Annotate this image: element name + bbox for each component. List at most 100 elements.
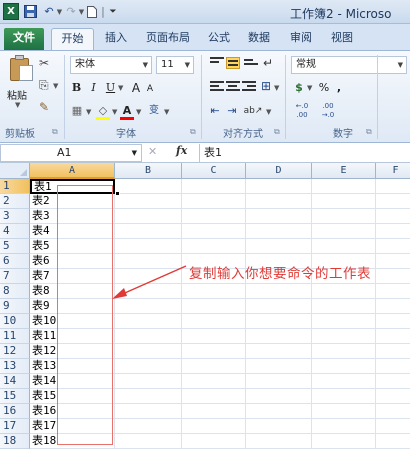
cell[interactable] [182,209,246,224]
tab-insert[interactable]: 插入 [98,28,134,50]
formula-input[interactable]: 表1 [199,144,410,162]
cell[interactable] [246,179,312,194]
cell[interactable] [115,239,182,254]
cell[interactable] [182,434,246,449]
cell[interactable] [312,329,376,344]
bold-button[interactable]: B [70,79,83,97]
font-color-icon[interactable]: A [120,102,134,120]
decrease-decimal-icon[interactable]: .00 →.0 [316,102,340,120]
fill-color-icon[interactable]: ◇ [96,102,110,120]
redo-dropdown-icon[interactable]: ▼ [78,3,85,20]
decrease-indent-icon[interactable]: ⇤ [208,102,222,120]
cell[interactable] [376,269,410,284]
font-color-dropdown-icon[interactable]: ▼ [136,108,141,116]
paste-dropdown-icon[interactable]: ▼ [15,101,20,109]
row-header[interactable]: 11 [0,329,30,344]
number-format-select[interactable]: 常规 ▼ [291,56,407,74]
column-header-d[interactable]: D [246,163,312,179]
paste-button[interactable]: 粘贴 [7,87,27,102]
insert-function-icon[interactable]: fx [176,144,187,157]
shrink-font-button[interactable]: A [144,80,156,98]
cell[interactable] [115,419,182,434]
increase-indent-icon[interactable]: ⇥ [225,102,239,120]
cell[interactable] [115,434,182,449]
font-size-select[interactable]: 11 ▼ [156,56,194,74]
customize-quick-access-icon[interactable]: ⏷ [108,3,118,20]
tab-page-layout[interactable]: 页面布局 [140,28,196,50]
align-center-icon[interactable] [226,81,240,93]
row-header[interactable]: 7 [0,269,30,284]
merge-dropdown-icon[interactable]: ▼ [274,84,279,92]
name-box[interactable]: A1 ▼ [0,144,142,162]
copy-dropdown-icon[interactable]: ▼ [53,82,58,90]
underline-dropdown-icon[interactable]: ▼ [118,84,123,92]
cell[interactable] [312,374,376,389]
middle-align-icon[interactable] [226,57,240,69]
font-name-select[interactable]: 宋体 ▼ [70,56,152,74]
cell[interactable] [115,254,182,269]
cell[interactable] [312,209,376,224]
cell[interactable] [182,389,246,404]
font-launcher-icon[interactable]: ⧉ [190,127,196,137]
cell[interactable] [246,284,312,299]
cell[interactable] [376,299,410,314]
cell[interactable] [182,404,246,419]
row-header[interactable]: 16 [0,404,30,419]
row-header[interactable]: 8 [0,284,30,299]
cell[interactable] [182,239,246,254]
row-header[interactable]: 1 [0,179,30,194]
select-all-button[interactable] [0,163,30,179]
cell[interactable] [312,194,376,209]
cell[interactable] [182,224,246,239]
column-header-e[interactable]: E [312,163,376,179]
cut-icon[interactable]: ✂ [39,56,49,70]
cell[interactable] [376,419,410,434]
column-header-c[interactable]: C [182,163,246,179]
cell[interactable] [312,434,376,449]
cell[interactable] [246,299,312,314]
cell[interactable] [246,404,312,419]
cell[interactable] [246,224,312,239]
cell[interactable] [312,179,376,194]
cell[interactable] [182,344,246,359]
cell[interactable] [376,239,410,254]
align-left-icon[interactable] [210,81,224,93]
cell[interactable] [182,419,246,434]
cell[interactable] [376,254,410,269]
cell[interactable] [312,224,376,239]
cell[interactable] [376,374,410,389]
cell[interactable] [246,344,312,359]
row-header[interactable]: 12 [0,344,30,359]
cell[interactable] [182,284,246,299]
cell[interactable] [182,194,246,209]
underline-button[interactable]: U [104,79,117,97]
row-header[interactable]: 2 [0,194,30,209]
row-header[interactable]: 14 [0,374,30,389]
increase-decimal-icon[interactable]: ←.0 .00 [290,102,314,120]
cell[interactable] [246,359,312,374]
cell[interactable] [246,329,312,344]
redo-icon[interactable]: ↷ [64,3,78,20]
new-file-icon[interactable] [86,3,98,20]
cell[interactable] [246,194,312,209]
cell[interactable] [312,344,376,359]
orientation-dropdown-icon[interactable]: ▼ [266,108,271,116]
row-header[interactable]: 15 [0,389,30,404]
bottom-align-icon[interactable] [244,59,258,71]
tab-file[interactable]: 文件 [4,28,44,50]
border-dropdown-icon[interactable]: ▼ [86,108,91,116]
orientation-icon[interactable]: ab↗ [242,102,264,120]
row-header[interactable]: 4 [0,224,30,239]
row-header[interactable]: 3 [0,209,30,224]
cell[interactable] [115,224,182,239]
cell[interactable] [182,314,246,329]
cell[interactable] [312,239,376,254]
clipboard-launcher-icon[interactable]: ⧉ [52,127,58,137]
grow-font-button[interactable]: A [130,79,142,97]
cell[interactable] [312,419,376,434]
format-painter-icon[interactable]: ✎ [39,100,49,114]
undo-dropdown-icon[interactable]: ▼ [56,3,63,20]
comma-style-button[interactable]: , [334,79,344,97]
percent-style-button[interactable]: % [318,79,330,97]
paste-icon[interactable] [10,55,34,83]
